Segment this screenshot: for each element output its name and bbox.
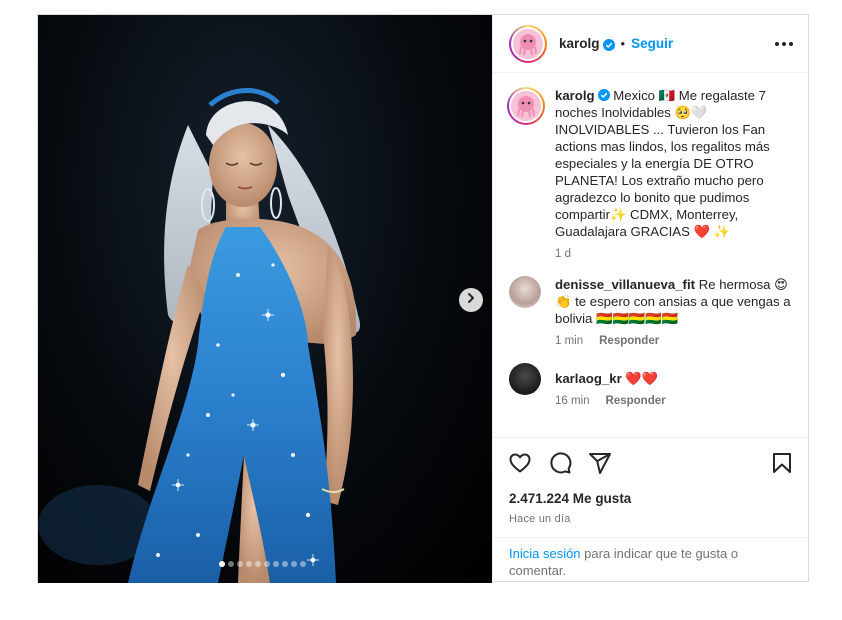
comment-icon[interactable] <box>547 450 573 476</box>
login-link[interactable]: Inicia sesión <box>509 546 581 561</box>
post-header: karolg • Seguir <box>493 15 809 73</box>
avatar[interactable] <box>507 87 545 125</box>
post-card: karolg • Seguir karolg Mexico 🇲🇽 Me rega… <box>37 14 810 583</box>
comment-username[interactable]: karlaog_kr <box>555 371 622 386</box>
carousel-indicator <box>219 561 306 567</box>
share-icon[interactable] <box>587 450 613 476</box>
carousel-dot <box>228 561 234 567</box>
carousel-dot <box>300 561 306 567</box>
comment: karlaog_kr ❤️❤️ 16 min Responder <box>509 363 793 407</box>
reply-button[interactable]: Responder <box>606 395 666 407</box>
post-photo <box>38 88 361 583</box>
post-author-username[interactable]: karolg <box>559 36 600 51</box>
post-side-panel: karolg • Seguir karolg Mexico 🇲🇽 Me rega… <box>492 15 810 583</box>
caption-username[interactable]: karolg <box>555 88 595 103</box>
carousel-dot <box>219 561 225 567</box>
next-photo-button[interactable] <box>459 288 483 312</box>
comment-time: 1 min <box>555 335 584 347</box>
verified-badge-icon <box>602 38 615 51</box>
carousel-dot <box>273 561 279 567</box>
follow-button[interactable]: Seguir <box>631 36 673 51</box>
caption-text: Mexico 🇲🇽 Me regalaste 7 noches Inolvida… <box>555 88 770 239</box>
comment-text: ❤️❤️ <box>625 371 659 386</box>
avatar[interactable] <box>509 363 541 395</box>
separator-dot: • <box>620 36 626 51</box>
caption-time: 1 d <box>555 248 571 260</box>
chevron-right-icon <box>465 291 477 309</box>
login-prompt: Inicia sesión para indicar que te gusta … <box>493 537 810 579</box>
carousel-dot <box>246 561 252 567</box>
caption: karolg Mexico 🇲🇽 Me regalaste 7 noches I… <box>507 87 793 260</box>
carousel-dot <box>282 561 288 567</box>
post-media[interactable] <box>38 15 492 583</box>
comment-time: 16 min <box>555 395 590 407</box>
comments-list: karolg Mexico 🇲🇽 Me regalaste 7 noches I… <box>493 73 809 437</box>
avatar[interactable] <box>509 276 541 308</box>
action-bar <box>493 437 809 487</box>
bookmark-icon[interactable] <box>769 450 795 476</box>
likes-count[interactable]: 2.471.224 Me gusta <box>493 491 809 506</box>
reply-button[interactable]: Responder <box>599 335 659 347</box>
carousel-dot <box>291 561 297 567</box>
post-date: Hace un día <box>509 513 571 525</box>
avatar[interactable] <box>509 24 547 63</box>
heart-icon[interactable] <box>507 450 533 476</box>
verified-badge-icon <box>597 88 610 101</box>
carousel-dot <box>237 561 243 567</box>
carousel-dot <box>255 561 261 567</box>
comment-username[interactable]: denisse_villanueva_fit <box>555 277 695 292</box>
carousel-dot <box>264 561 270 567</box>
more-options-icon[interactable] <box>775 36 793 52</box>
comment: denisse_villanueva_fit Re hermosa 😍👏 te … <box>509 276 793 347</box>
